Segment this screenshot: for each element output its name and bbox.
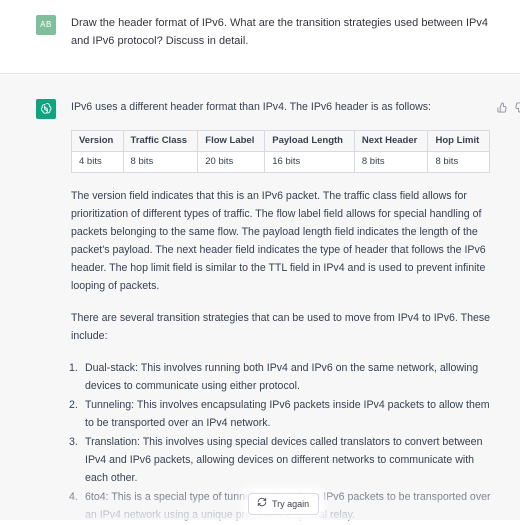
table-header-cell: Version <box>71 130 124 152</box>
user-avatar: AB <box>36 15 56 35</box>
paragraph-transition-intro: There are several transition strategies … <box>71 312 491 342</box>
table-cell: 4 bits <box>71 151 124 173</box>
list-item-number: 2. <box>69 399 78 411</box>
table-cell: 8 bits <box>122 151 199 173</box>
list-item: 3. Translation: This involves using spec… <box>69 433 491 487</box>
list-item-number: 3. <box>69 436 78 448</box>
list-item-text: Translation: This involves using special… <box>85 436 483 484</box>
thumbs-up-icon[interactable] <box>497 100 508 113</box>
table-cell: 20 bits <box>197 151 266 173</box>
table-cell: 16 bits <box>264 151 355 173</box>
try-again-button[interactable]: Try again <box>248 493 320 515</box>
assistant-message-content: IPv6 uses a different header format than… <box>69 98 491 525</box>
list-item-number: 1. <box>69 362 78 374</box>
table-cell: 8 bits <box>427 151 490 173</box>
paragraph-header-fields: The version field indicates that this is… <box>71 190 486 292</box>
assistant-message: IPv6 uses a different header format than… <box>0 75 520 521</box>
table-header-cell: Traffic Class <box>122 130 199 152</box>
list-item-text: Tunneling: This involves encapsulating I… <box>85 399 490 429</box>
thumbs-down-icon[interactable] <box>514 100 520 113</box>
table-header-cell: Hop Limit <box>427 130 490 152</box>
user-message-text: Draw the header format of IPv6. What are… <box>71 17 488 47</box>
try-again-label: Try again <box>272 499 310 509</box>
refresh-icon <box>257 494 267 514</box>
feedback-buttons <box>497 100 520 113</box>
intro-text: IPv6 uses a different header format than… <box>71 101 431 113</box>
list-item: 1. Dual-stack: This involves running bot… <box>69 359 491 395</box>
user-message: AB Draw the header format of IPv6. What … <box>0 0 520 74</box>
table-row: 4 bits 8 bits 20 bits 16 bits 8 bits 8 b… <box>71 151 490 173</box>
table-cell: 8 bits <box>353 151 429 173</box>
table-header-cell: Payload Length <box>264 130 355 152</box>
table-header-row: Version Traffic Class Flow Label Payload… <box>71 130 490 152</box>
list-item-number: 4. <box>69 491 78 503</box>
ipv6-header-table: Version Traffic Class Flow Label Payload… <box>71 130 490 173</box>
list-item: 2. Tunneling: This involves encapsulatin… <box>69 396 491 432</box>
table-header-cell: Flow Label <box>197 130 266 152</box>
table-header-cell: Next Header <box>353 130 429 152</box>
list-item-text: Dual-stack: This involves running both I… <box>85 362 479 392</box>
openai-logo-icon <box>36 99 56 119</box>
